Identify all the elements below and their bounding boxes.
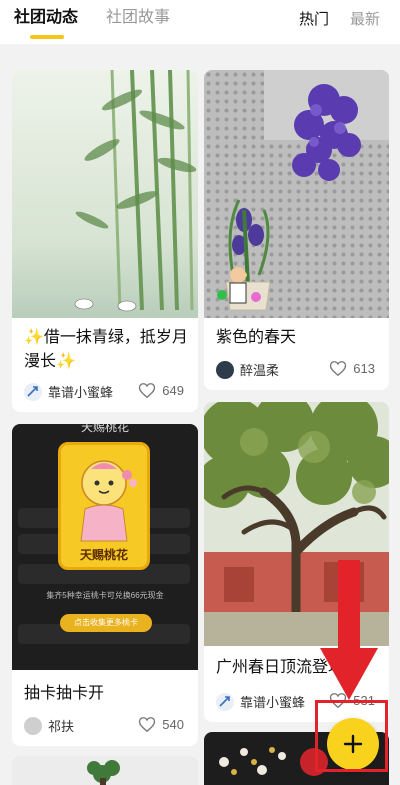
post-image-big-tree (204, 402, 389, 646)
post-author[interactable]: 靠谱小蜜蜂 (24, 382, 113, 401)
peach-character (80, 460, 137, 542)
post-card-guangzhou-spring[interactable]: 广州春日顶流登场 靠谱小蜜蜂 531 (204, 402, 389, 722)
post-author[interactable]: 祁扶 (24, 716, 74, 735)
post-author[interactable]: 靠谱小蜜蜂 (216, 692, 305, 711)
tab-club-news[interactable]: 社团动态 (14, 8, 78, 28)
sort-latest[interactable]: 最新 (350, 8, 380, 29)
like-count: 540 (162, 717, 184, 732)
heart-icon (139, 383, 156, 399)
like-button[interactable]: 531 (329, 692, 375, 709)
heart-icon (139, 717, 156, 733)
sort-hot[interactable]: 热门 (299, 8, 329, 29)
peach-card-label: 天赐桃花 (79, 548, 128, 562)
peach-card: 天赐桃花 (58, 442, 150, 570)
heart-icon (330, 693, 347, 709)
post-image-bamboo (12, 70, 198, 318)
tab-club-stories[interactable]: 社团故事 (106, 8, 170, 28)
post-title: 抽卡抽卡开 (24, 685, 105, 702)
author-name: 靠谱小蜜蜂 (48, 385, 114, 400)
like-count: 613 (353, 361, 375, 376)
post-image-plant (12, 756, 198, 785)
avatar (24, 382, 42, 401)
post-title: 广州春日顶流登场 (216, 659, 345, 676)
post-card-partial-plant[interactable] (12, 756, 198, 785)
author-name: 靠谱小蜜蜂 (240, 695, 306, 710)
image-caption: 集齐5种幸运桃卡可兑换66元现金 (46, 591, 164, 600)
avatar (216, 360, 234, 379)
author-name: 醉温柔 (240, 363, 280, 378)
feed-top-spacer (0, 44, 400, 60)
like-button[interactable]: 649 (138, 382, 184, 399)
post-title: ✨借一抹青绿，抵岁月漫长✨ (24, 329, 188, 370)
image-top-text: 天赐桃花 (80, 424, 129, 434)
avatar (24, 716, 42, 735)
post-card-purple-spring[interactable]: 紫色的春天 醉温柔 613 (204, 70, 389, 390)
plus-icon (343, 734, 363, 754)
post-image-hyacinth (204, 70, 389, 318)
author-name: 祁扶 (48, 719, 75, 734)
post-card-bamboo[interactable]: ✨借一抹青绿，抵岁月漫长✨ 靠谱小蜜蜂 649 (12, 70, 198, 412)
create-post-button[interactable] (327, 718, 379, 770)
avatar (216, 692, 234, 711)
active-tab-indicator (30, 35, 64, 39)
post-image-draw-card: 天赐桃花 天赐桃花 集齐5种幸运桃卡可兑换66元现金 点击收集更多桃卡 (12, 424, 198, 670)
top-nav-bar: 社团动态 社团故事 热门 最新 (0, 0, 400, 44)
like-count: 649 (162, 383, 184, 398)
post-author[interactable]: 醉温柔 (216, 360, 279, 379)
collect-button: 点击收集更多桃卡 (60, 614, 152, 632)
post-card-draw-card[interactable]: 天赐桃花 天赐桃花 集齐5种幸运桃卡可兑换66元现金 点击收集更多桃卡 抽卡抽卡… (12, 424, 198, 746)
post-title: 紫色的春天 (216, 329, 297, 346)
heart-icon (330, 361, 347, 377)
like-count: 531 (353, 693, 375, 708)
like-button[interactable]: 613 (329, 360, 375, 377)
like-button[interactable]: 540 (138, 716, 184, 733)
